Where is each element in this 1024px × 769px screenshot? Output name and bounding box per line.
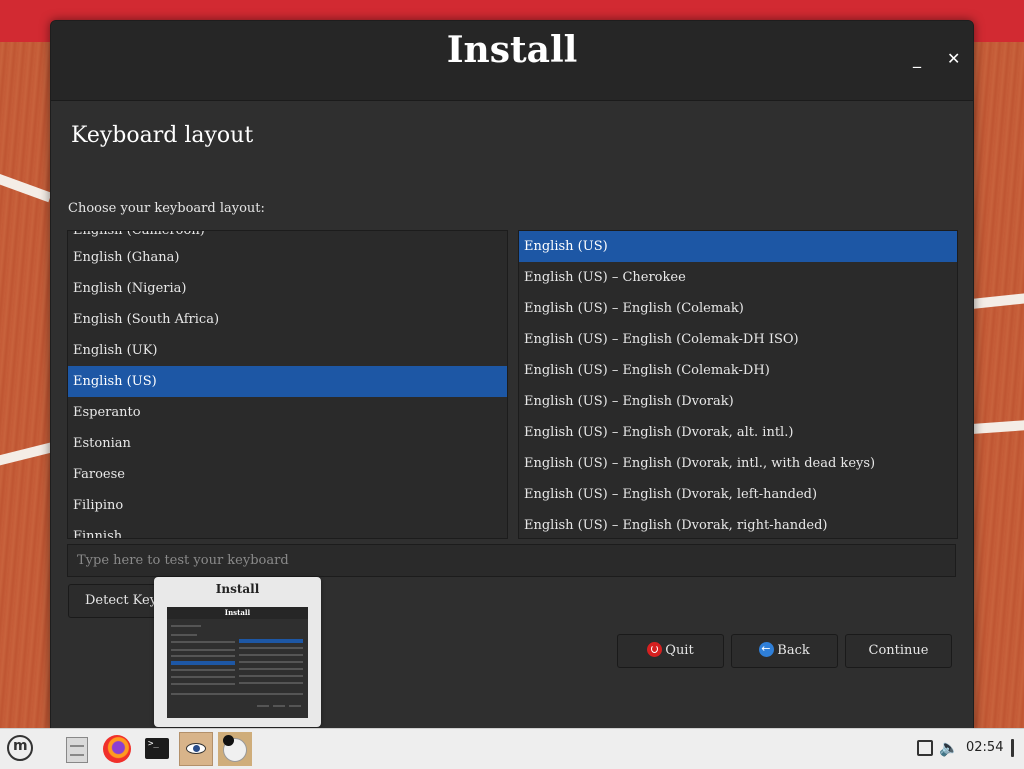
app-icon[interactable] [218,732,252,766]
layout-list-item[interactable]: English (UK) [68,335,507,366]
keyboard-test-input[interactable] [67,544,956,577]
power-icon [647,642,663,657]
mint-menu-icon[interactable]: m [4,732,38,766]
preview-title: Install [215,582,260,596]
preview-line [239,682,303,684]
quit-label: Quit [665,643,694,658]
court-line [969,292,1024,310]
preview-line [239,668,303,670]
preview-line [171,634,197,636]
preview-line [273,705,285,707]
layout-list-item[interactable]: Finnish [68,521,507,538]
layout-list-item[interactable]: English (South Africa) [68,304,507,335]
variant-list-item[interactable]: English (US) – English (Dvorak, left-han… [519,479,957,510]
preview-line [239,654,303,656]
preview-image: Install [167,607,308,718]
layout-list-item[interactable]: Faroese [68,459,507,490]
window-preview-tooltip[interactable]: Install Install [154,577,321,727]
variant-list[interactable]: English (US) English (US) – Cherokee Eng… [518,230,958,539]
variant-list-item[interactable]: English (US) – English (Dvorak, right-ha… [519,510,957,538]
preview-window-title: Install [224,608,251,617]
back-label: Back [777,643,810,658]
choose-layout-label: Choose your keyboard layout: [68,201,265,216]
preview-line [289,705,301,707]
preview-line [239,661,303,663]
preview-selection [239,639,303,643]
layout-list-item[interactable]: English (Ghana) [68,242,507,273]
preview-line [171,655,235,657]
show-desktop-icon[interactable] [1011,739,1014,757]
preview-line [239,675,303,677]
preview-line [171,649,235,651]
court-line [0,171,52,203]
preview-line [171,683,235,685]
back-arrow-icon [759,633,775,665]
preview-line [171,669,235,671]
variant-list-item[interactable]: English (US) – Cherokee [519,262,957,293]
clock[interactable]: 02:54 [966,740,1003,755]
preview-line [171,625,201,627]
minimize-button[interactable]: _ [913,49,921,68]
layout-list-item[interactable]: Esperanto [68,397,507,428]
preview-line [171,641,235,643]
file-cabinet-icon[interactable] [60,732,94,766]
close-button[interactable]: ✕ [947,49,960,68]
volume-icon[interactable]: 🔈 [939,738,959,757]
terminal-icon[interactable]: >_ [140,732,174,766]
variant-list-item[interactable]: English (US) – English (Colemak-DH ISO) [519,324,957,355]
back-button[interactable]: Back [731,633,838,668]
preview-selection [171,661,235,665]
firefox-icon[interactable] [100,732,134,766]
window-title: Install [446,29,578,71]
network-icon[interactable] [917,740,933,756]
page-title: Keyboard layout [71,123,254,148]
variant-list-item[interactable]: English (US) – English (Dvorak) [519,386,957,417]
preview-line [257,705,269,707]
layout-list-item-selected[interactable]: English (US) [68,366,507,397]
preview-line [171,693,303,695]
variant-list-item[interactable]: English (US) – English (Dvorak, alt. int… [519,417,957,448]
variant-list-item[interactable]: English (US) – English (Colemak-DH) [519,355,957,386]
court-line [969,419,1024,435]
variant-list-item-selected[interactable]: English (US) [519,231,957,262]
taskbar: m >_ 🔈 02:54 [0,728,1024,769]
installer-eye-icon[interactable] [179,732,213,766]
layout-list-item[interactable]: English (Nigeria) [68,273,507,304]
preview-line [239,647,303,649]
court-line [0,442,53,468]
layout-list[interactable]: English (Cameroon) English (Ghana) Engli… [67,230,508,539]
continue-button[interactable]: Continue [845,634,952,668]
layout-list-item[interactable]: Estonian [68,428,507,459]
variant-list-item[interactable]: English (US) – English (Colemak) [519,293,957,324]
variant-list-item[interactable]: English (US) – English (Dvorak, intl., w… [519,448,957,479]
quit-button[interactable]: Quit [617,634,724,668]
layout-list-item[interactable]: Filipino [68,490,507,521]
titlebar: Install _ ✕ [51,21,973,101]
preview-line [171,676,235,678]
